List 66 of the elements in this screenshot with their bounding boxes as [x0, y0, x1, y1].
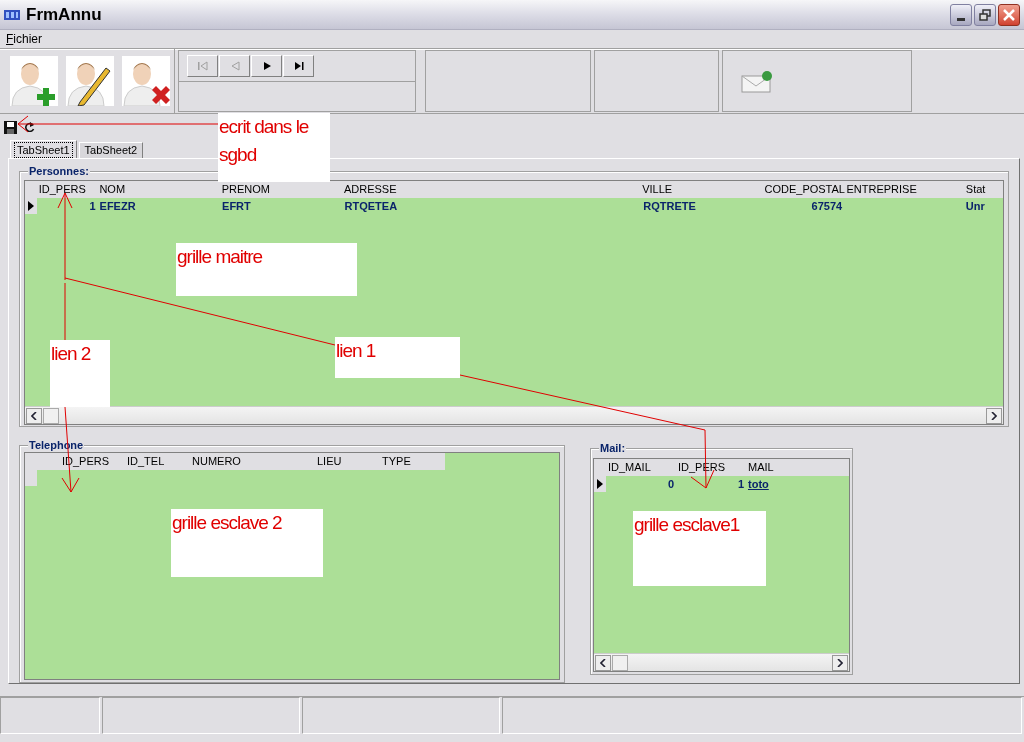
group-title: Mail:: [599, 441, 627, 455]
save-icon[interactable]: [4, 120, 17, 134]
table-cell: 1: [737, 477, 744, 490]
skip-last-icon: [292, 61, 305, 71]
table-cell: RQTRETE: [643, 199, 696, 212]
navigator-button[interactable]: [251, 55, 282, 77]
column-header[interactable]: LIEU: [315, 453, 380, 470]
scroll-left-button[interactable]: [26, 407, 42, 424]
annotation-label: grille maitre: [176, 243, 357, 296]
scroll-thumb[interactable]: [43, 407, 59, 424]
table-cell: EFEZR: [99, 199, 136, 212]
column-header[interactable]: CODE_POSTAL: [762, 181, 845, 198]
restore-button[interactable]: [974, 3, 996, 26]
table-cell: 0: [667, 477, 674, 490]
table-cell: Unr: [965, 199, 985, 212]
skip-first-icon: [196, 61, 209, 71]
window-title: FrmAnnu: [26, 3, 102, 26]
chevron-left-icon: [31, 411, 37, 420]
column-header[interactable]: ADRESSE: [341, 181, 641, 198]
scroll-thumb[interactable]: [612, 654, 628, 671]
refresh-icon[interactable]: [25, 122, 35, 132]
column-header[interactable]: NOM: [97, 181, 220, 198]
annotation-label: lien 1: [335, 337, 460, 378]
scroll-right-button[interactable]: [832, 654, 848, 671]
tab[interactable]: TabSheet2: [78, 142, 144, 158]
column-header[interactable]: PRENOM: [219, 181, 342, 198]
column-header[interactable]: ID_MAIL: [606, 459, 676, 476]
menu-item[interactable]: Fichier: [6, 30, 43, 48]
app-icon: [4, 7, 20, 22]
column-header[interactable]: MAIL: [746, 459, 806, 476]
close-button[interactable]: [998, 3, 1020, 26]
user-delete-icon[interactable]: [122, 56, 170, 106]
table-cell: 1: [89, 199, 96, 212]
table-cell: RTQETEA: [344, 199, 398, 212]
column-header[interactable]: ID_PERS: [60, 453, 125, 470]
email-link[interactable]: toto: [748, 477, 769, 490]
chevron-left-icon: [600, 658, 606, 667]
column-header[interactable]: VILLE: [640, 181, 763, 198]
minimize-icon: [957, 17, 965, 21]
envelope-icon[interactable]: [741, 69, 773, 93]
minimize-button[interactable]: [950, 3, 972, 26]
column-header[interactable]: Stat: [963, 181, 1003, 198]
column-header[interactable]: ID_PERS: [36, 181, 98, 198]
navigator-button[interactable]: [283, 55, 314, 77]
annotation-label: grille esclave1: [633, 511, 766, 586]
horizontal-scrollbar[interactable]: [594, 653, 849, 671]
chevron-right-icon: [837, 658, 843, 667]
table-cell: 67574: [811, 199, 843, 212]
close-icon: [1003, 8, 1015, 21]
table-cell: EFRT: [222, 199, 251, 212]
column-header[interactable]: ENTREPRISE: [844, 181, 964, 198]
tab[interactable]: TabSheet1: [10, 140, 77, 158]
horizontal-scrollbar[interactable]: [25, 406, 1003, 424]
group-title: Personnes:: [28, 164, 90, 178]
scroll-right-button[interactable]: [986, 407, 1002, 424]
annotation-label: grille esclave 2: [171, 509, 323, 577]
column-header[interactable]: NUMERO: [190, 453, 315, 470]
restore-icon: [979, 8, 991, 21]
user-add-icon[interactable]: [10, 56, 58, 106]
annotation-label: lien 2: [50, 340, 110, 407]
annotation-label: ecrit dans le sgbd: [218, 113, 330, 182]
scroll-left-button[interactable]: [595, 654, 611, 671]
column-header[interactable]: TYPE: [380, 453, 440, 470]
user-edit-icon[interactable]: [66, 56, 114, 106]
chevron-right-icon: [991, 411, 997, 420]
column-header[interactable]: ID_TEL: [125, 453, 190, 470]
